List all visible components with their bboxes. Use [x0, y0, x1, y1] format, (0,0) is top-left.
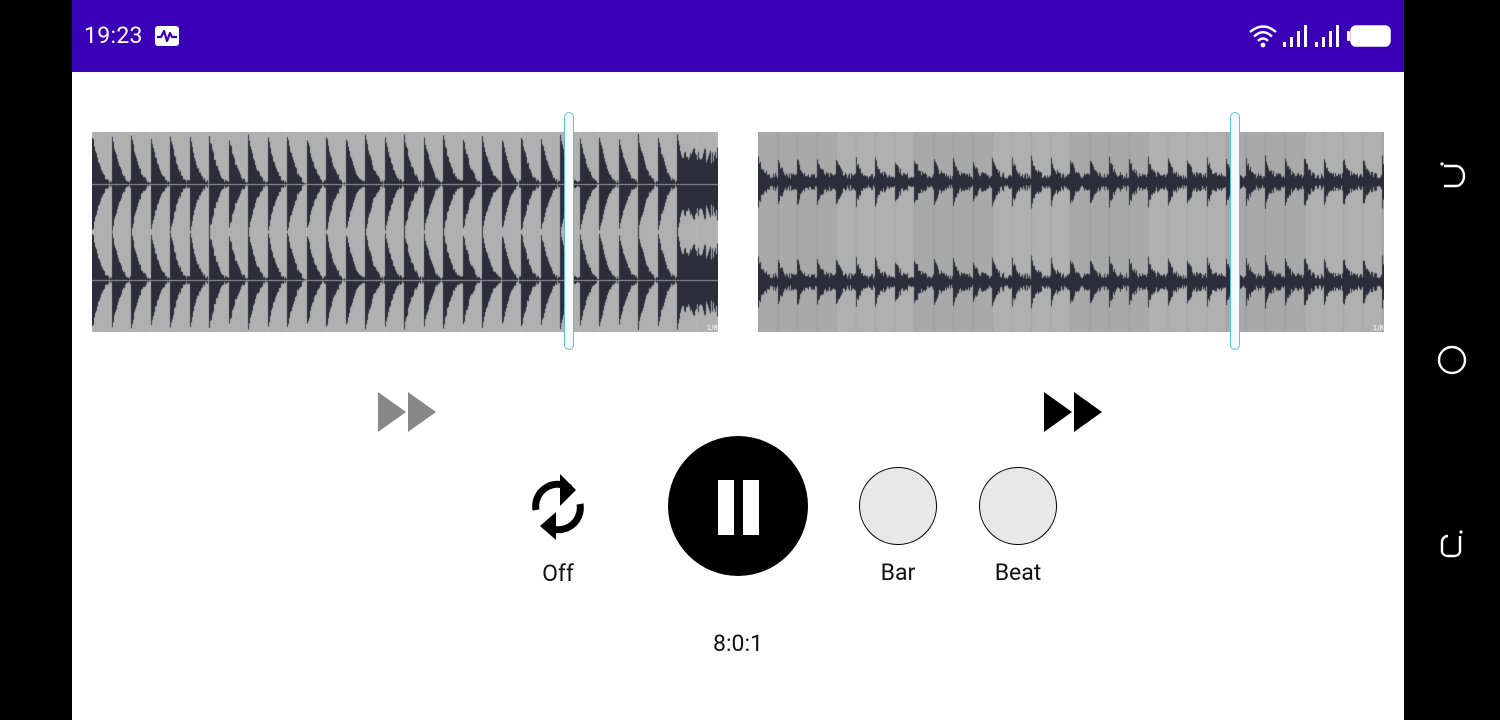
- waveform-right-page-label: 1/8: [1372, 324, 1384, 332]
- waveform-left-display: [92, 132, 718, 332]
- waveform-right[interactable]: 1/8: [758, 112, 1386, 352]
- navigation-bar: [1404, 0, 1500, 720]
- repeat-icon: [532, 474, 584, 540]
- back-icon[interactable]: [1436, 160, 1468, 192]
- bar-indicator-light: [859, 467, 937, 545]
- home-icon[interactable]: [1436, 344, 1468, 376]
- beat-indicator: Beat: [978, 467, 1058, 586]
- position-readout: 8:0:1: [713, 630, 763, 657]
- waveform-left-page-label: 1/8: [706, 324, 718, 332]
- loop-status-label: Off: [542, 560, 574, 587]
- wifi-icon: [1249, 25, 1277, 48]
- fast-forward-icon: [1044, 392, 1072, 432]
- cellular-signal-icon: [1283, 25, 1307, 47]
- status-icons: [1248, 22, 1392, 50]
- fast-forward-left-button[interactable]: [376, 392, 436, 432]
- battery-icon: [1347, 25, 1391, 47]
- status-time: 19:23: [84, 22, 143, 49]
- app-screen: 19:23 1/8 1/8 Off Bar Beat 8:0:1: [72, 0, 1404, 720]
- playhead-right[interactable]: [1230, 112, 1240, 350]
- bar-indicator-label: Bar: [880, 559, 916, 586]
- status-bar: 19:23: [72, 0, 1404, 72]
- fast-forward-icon: [378, 392, 406, 432]
- waveform-right-display: [758, 132, 1384, 332]
- playhead-left[interactable]: [564, 112, 574, 350]
- beat-indicator-label: Beat: [994, 559, 1042, 586]
- transport-controls: Off Bar Beat: [72, 436, 1404, 596]
- activity-monitor-icon: [155, 26, 179, 46]
- recents-icon[interactable]: [1436, 528, 1468, 560]
- beat-indicator-light: [979, 467, 1057, 545]
- bar-indicator: Bar: [858, 467, 938, 586]
- waveform-left[interactable]: 1/8: [92, 112, 720, 352]
- play-pause-button[interactable]: [668, 436, 808, 576]
- cellular-signal-icon: [1315, 25, 1339, 47]
- fast-forward-right-button[interactable]: [1042, 392, 1102, 432]
- loop-toggle-button[interactable]: Off: [524, 464, 592, 587]
